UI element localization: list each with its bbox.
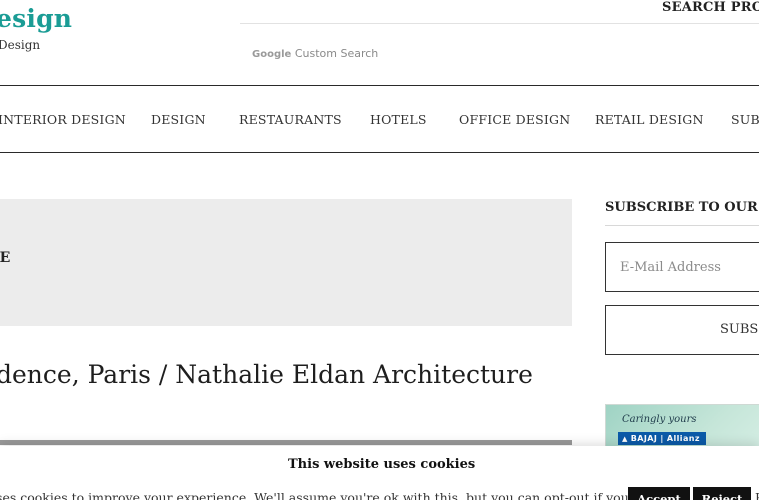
site-logo-subtitle: Design	[0, 38, 41, 52]
subscribe-button[interactable]: SUBSC	[605, 305, 759, 355]
nav-item-interior-design[interactable]: INTERIOR DESIGN	[0, 112, 126, 127]
reject-button[interactable]: Reject	[693, 487, 751, 500]
subscribe-button-label: SUBSC	[720, 322, 759, 337]
ad-brand-badge: ▲ BAJAJ | Allianz	[618, 432, 706, 445]
cookie-banner: This website uses cookies uses cookies t…	[0, 446, 759, 500]
article-hero-image	[0, 440, 572, 445]
ad-tagline: Caringly yours	[622, 414, 697, 425]
category-banner-label: RE	[0, 250, 11, 266]
page: esign Design SEARCH PROJE Google Custom …	[0, 0, 759, 500]
site-logo-title[interactable]: esign	[0, 4, 72, 33]
ad-brand-text: BAJAJ | Allianz	[630, 434, 700, 443]
nav-item-retail-design[interactable]: RETAIL DESIGN	[595, 112, 704, 127]
custom-search-input[interactable]: Google Custom Search	[240, 24, 759, 84]
google-brand-label: Google	[252, 49, 292, 60]
nav-item-hotels[interactable]: HOTELS	[370, 112, 427, 127]
nav-item-office-design[interactable]: OFFICE DESIGN	[459, 112, 570, 127]
nav-item-restaurants[interactable]: RESTAURANTS	[239, 112, 342, 127]
newsletter-heading: SUBSCRIBE TO OUR NE	[605, 200, 759, 215]
category-banner	[0, 199, 572, 326]
search-projects-label: SEARCH PROJE	[662, 0, 759, 15]
search-placeholder: Google Custom Search	[252, 47, 378, 60]
search-placeholder-text: Custom Search	[294, 47, 379, 60]
cookie-banner-text: uses cookies to improve your experience.…	[0, 490, 666, 500]
shield-icon: ▲	[622, 435, 628, 443]
email-field[interactable]	[605, 242, 759, 292]
newsletter-divider	[605, 225, 759, 226]
main-nav: INTERIOR DESIGN DESIGN RESTAURANTS HOTEL…	[0, 85, 759, 153]
nav-item-submit[interactable]: SUBM	[731, 112, 759, 127]
article-title: idence, Paris / Nathalie Eldan Architect…	[0, 360, 533, 389]
read-more-link[interactable]: R	[755, 490, 759, 500]
accept-button[interactable]: Accept	[628, 487, 690, 500]
nav-item-design[interactable]: DESIGN	[151, 112, 206, 127]
cookie-banner-title: This website uses cookies	[288, 457, 476, 472]
